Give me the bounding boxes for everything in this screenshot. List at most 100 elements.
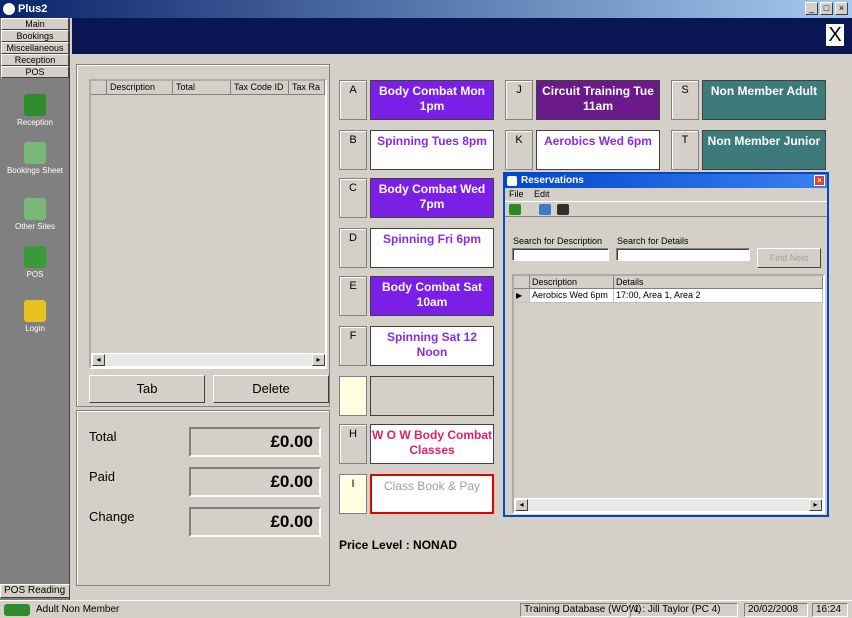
product-button-s[interactable]: Non Member Adult	[702, 80, 826, 120]
product-button-i[interactable]: Class Book & Pay	[370, 474, 494, 514]
sidebar-item-label: Bookings Sheet	[6, 166, 64, 175]
dialog-toolbar	[505, 201, 827, 217]
other-sites-icon	[24, 198, 46, 220]
sidebar-item-bookings-sheet[interactable]: Bookings Sheet	[0, 142, 70, 175]
price-level: Price Level : NONAD	[339, 538, 458, 552]
table-row[interactable]: Aerobics Wed 6pm	[530, 289, 614, 303]
product-button-h[interactable]: W O W Body Combat Classes	[370, 424, 494, 464]
product-button-f[interactable]: Spinning Sat 12 Noon	[370, 326, 494, 366]
left-sidebar: Main Bookings Miscellaneous Reception PO…	[0, 18, 70, 600]
key-d: D	[339, 228, 367, 268]
nav-reception-button[interactable]: Reception	[1, 54, 69, 66]
binoculars-find-icon[interactable]	[557, 204, 569, 215]
key-empty	[339, 376, 367, 416]
key-h: H	[339, 424, 367, 464]
menu-edit[interactable]: Edit	[534, 189, 550, 199]
product-button-j[interactable]: Circuit Training Tue 11am	[536, 80, 660, 120]
pos-till-icon	[24, 246, 46, 268]
login-keys-icon	[24, 300, 46, 322]
col-total[interactable]: Total	[173, 81, 231, 95]
row-selector-arrow-icon[interactable]: ▶	[514, 289, 530, 303]
menu-file[interactable]: File	[509, 189, 524, 199]
scroll-left-arrow-icon[interactable]: ◂	[515, 499, 528, 511]
find-next-button[interactable]: Find Next	[757, 248, 821, 268]
dialog-titlebar: Reservations ×	[505, 174, 827, 188]
basket-grid[interactable]: Description Total Tax Code ID Tax Ra ◂ ▸	[89, 79, 327, 369]
sidebar-item-label: Reception	[16, 118, 54, 127]
current-user: 1 : Jill Taylor (PC 4)	[630, 603, 738, 617]
tab-button[interactable]: Tab	[89, 375, 205, 403]
col-tax-code[interactable]: Tax Code ID	[231, 81, 289, 95]
key-t: T	[671, 130, 699, 170]
window-close-button[interactable]: ×	[835, 2, 848, 15]
product-button-empty[interactable]	[370, 376, 494, 416]
key-e: E	[339, 276, 367, 316]
nav-misc-button[interactable]: Miscellaneous	[1, 42, 69, 54]
pos-reading-tab[interactable]: POS Reading	[0, 584, 70, 598]
sidebar-item-reception[interactable]: Reception	[0, 94, 70, 127]
scroll-right-arrow-icon[interactable]: ▸	[312, 354, 325, 366]
delete-button[interactable]: Delete	[213, 375, 329, 403]
status-date: 20/02/2008	[744, 603, 808, 617]
sidebar-item-login[interactable]: Login	[0, 300, 70, 333]
key-b: B	[339, 130, 367, 170]
key-k: K	[505, 130, 533, 170]
change-label: Change	[89, 509, 135, 524]
nav-pos-button[interactable]: POS	[1, 66, 69, 78]
product-button-t[interactable]: Non Member Junior	[702, 130, 826, 170]
app-icon	[3, 3, 15, 15]
basket-hscrollbar[interactable]: ◂ ▸	[91, 353, 325, 367]
member-type: Adult Non Member	[36, 604, 120, 615]
paid-label: Paid	[89, 469, 116, 484]
table-row-details[interactable]: 17:00, Area 1, Area 2	[614, 289, 823, 303]
search-description-label: Search for Description	[513, 236, 603, 246]
close-screen-button[interactable]: X	[826, 24, 844, 46]
window-titlebar: Plus2 _ □ ×	[0, 0, 852, 18]
product-button-c[interactable]: Body Combat Wed 7pm	[370, 178, 494, 218]
window-title: Plus2	[18, 3, 48, 15]
search-description-input[interactable]	[512, 248, 609, 261]
reservations-icon	[507, 176, 517, 186]
database-name: Training Database (WOW)	[520, 603, 641, 617]
members-icon	[4, 604, 30, 616]
basket-panel: Description Total Tax Code ID Tax Ra ◂ ▸…	[76, 64, 330, 407]
col-description[interactable]: Description	[107, 81, 173, 95]
scroll-left-arrow-icon[interactable]: ◂	[92, 354, 105, 366]
change-value: £0.00	[189, 507, 321, 537]
dialog-close-icon[interactable]: ×	[814, 175, 825, 186]
total-value: £0.00	[189, 427, 321, 457]
header-band: X	[72, 18, 852, 54]
reservations-grid[interactable]: Description Details ▶ Aerobics Wed 6pm 1…	[512, 274, 825, 514]
reservations-hscrollbar[interactable]: ◂ ▸	[514, 498, 823, 512]
search-details-label: Search for Details	[617, 236, 689, 246]
nav-main-button[interactable]: Main	[1, 18, 69, 30]
sidebar-item-label: Login	[25, 324, 45, 333]
reservations-dialog: Reservations × File Edit Search for Desc…	[503, 172, 829, 517]
nav-bookings-button[interactable]: Bookings	[1, 30, 69, 42]
sidebar-item-label: POS	[26, 270, 44, 279]
product-button-a[interactable]: Body Combat Mon 1pm	[370, 80, 494, 120]
sidebar-item-label: Other Sites	[14, 222, 55, 231]
key-j: J	[505, 80, 533, 120]
product-button-b[interactable]: Spinning Tues 8pm	[370, 130, 494, 170]
product-button-d[interactable]: Spinning Fri 6pm	[370, 228, 494, 268]
sidebar-item-pos[interactable]: POS	[0, 246, 70, 279]
dialog-title: Reservations	[521, 175, 584, 186]
search-details-input[interactable]	[616, 248, 750, 261]
status-bar: Adult Non Member Training Database (WOW)…	[0, 600, 852, 618]
product-button-e[interactable]: Body Combat Sat 10am	[370, 276, 494, 316]
paid-value: £0.00	[189, 467, 321, 497]
col-details[interactable]: Details	[614, 276, 823, 289]
scroll-right-arrow-icon[interactable]: ▸	[809, 499, 822, 511]
sidebar-item-other-sites[interactable]: Other Sites	[0, 198, 70, 231]
reception-icon	[24, 94, 46, 116]
col-description[interactable]: Description	[530, 276, 614, 289]
minimize-button[interactable]: _	[805, 2, 818, 15]
col-tax-rate[interactable]: Tax Ra	[289, 81, 325, 95]
open-record-icon[interactable]	[539, 204, 551, 215]
key-f: F	[339, 326, 367, 366]
product-button-k[interactable]: Aerobics Wed 6pm	[536, 130, 660, 170]
exit-icon[interactable]	[509, 204, 521, 215]
key-s: S	[671, 80, 699, 120]
maximize-button[interactable]: □	[820, 2, 833, 15]
